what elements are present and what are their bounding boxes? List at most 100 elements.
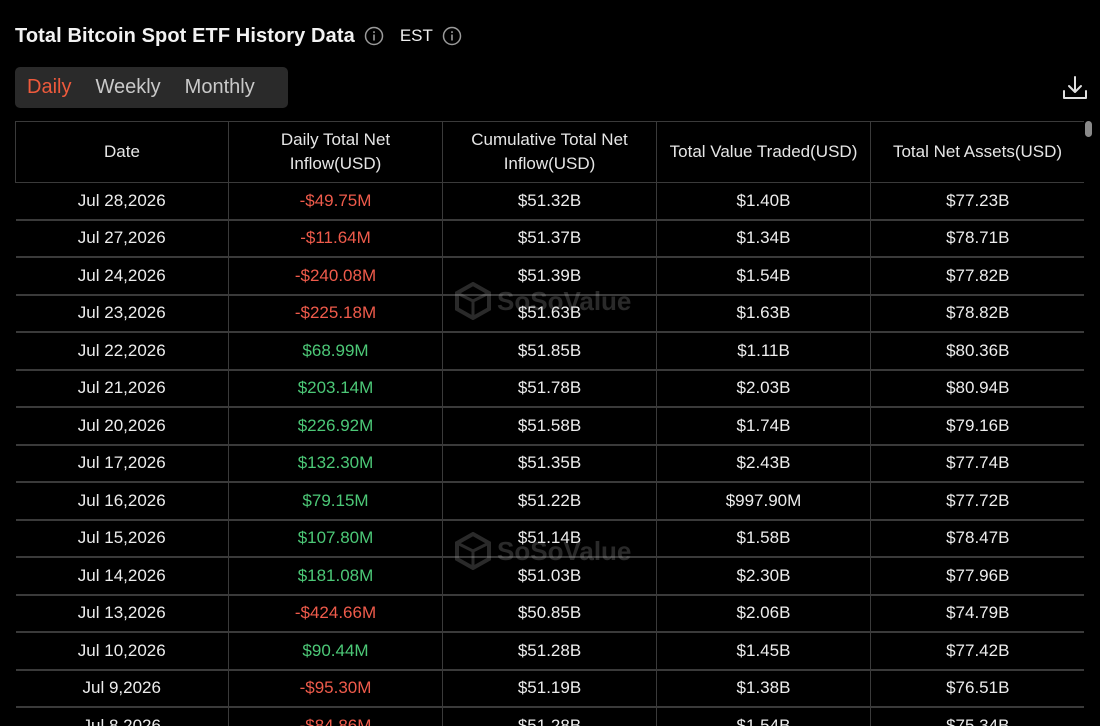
cell-net-assets: $78.82B: [870, 294, 1084, 333]
table-row[interactable]: Jul 24,2026 -$240.08M $51.39B $1.54B $77.82B: [15, 257, 1084, 296]
cell-daily-net-inflow: $79.15M: [228, 482, 443, 521]
cell-cumulative-net-inflow: $51.03B: [442, 557, 657, 596]
table-row[interactable]: Jul 21,2026 $203.14M $51.78B $2.03B $80.94B: [15, 369, 1084, 408]
cell-date: Jul 23,2026: [15, 294, 229, 333]
cell-net-assets: $74.79B: [870, 594, 1084, 633]
table-row[interactable]: Jul 28,2026 -$49.75M $51.32B $1.40B $77.23B: [15, 182, 1084, 221]
table-row[interactable]: Jul 8,2026 -$84.86M $51.28B $1.54B $75.34B: [15, 707, 1084, 726]
cell-daily-net-inflow: -$240.08M: [228, 257, 443, 296]
cell-date: Jul 28,2026: [15, 182, 229, 221]
cell-daily-net-inflow: -$49.75M: [228, 182, 443, 221]
table-row[interactable]: Jul 16,2026 $79.15M $51.22B $997.90M $77.72B: [15, 482, 1084, 521]
cell-net-assets: $76.51B: [870, 669, 1084, 708]
cell-daily-net-inflow: -$84.86M: [228, 707, 443, 726]
cell-cumulative-net-inflow: $51.78B: [442, 369, 657, 408]
period-tabs: Daily Weekly Monthly: [15, 67, 288, 108]
cell-date: Jul 14,2026: [15, 557, 229, 596]
cell-net-assets: $80.94B: [870, 369, 1084, 408]
table-row[interactable]: Jul 20,2026 $226.92M $51.58B $1.74B $79.16B: [15, 407, 1084, 446]
table-row[interactable]: Jul 9,2026 -$95.30M $51.19B $1.38B $76.51B: [15, 669, 1084, 708]
column-header-daily-net-inflow[interactable]: Daily Total Net Inflow(USD): [228, 121, 443, 183]
table-row[interactable]: Jul 13,2026 -$424.66M $50.85B $2.06B $74.79B: [15, 594, 1084, 633]
cell-value-traded: $1.58B: [656, 519, 871, 558]
table-body: Jul 28,2026 -$49.75M $51.32B $1.40B $77.23B J…: [15, 182, 1084, 726]
cell-net-assets: $75.34B: [870, 707, 1084, 726]
cell-net-assets: $78.47B: [870, 519, 1084, 558]
cell-value-traded: $1.11B: [656, 332, 871, 371]
cell-value-traded: $1.45B: [656, 632, 871, 671]
cell-value-traded: $2.06B: [656, 594, 871, 633]
cell-value-traded: $997.90M: [656, 482, 871, 521]
cell-value-traded: $2.30B: [656, 557, 871, 596]
column-header-value-traded[interactable]: Total Value Traded(USD): [656, 121, 871, 183]
cell-daily-net-inflow: -$11.64M: [228, 219, 443, 258]
column-header-date[interactable]: Date: [15, 121, 229, 183]
page-title: Total Bitcoin Spot ETF History Data: [15, 24, 355, 47]
cell-net-assets: $77.74B: [870, 444, 1084, 483]
cell-cumulative-net-inflow: $51.28B: [442, 707, 657, 726]
cell-value-traded: $1.38B: [656, 669, 871, 708]
column-header-net-assets[interactable]: Total Net Assets(USD): [870, 121, 1084, 183]
tab-monthly[interactable]: Monthly: [173, 76, 267, 99]
table-scrollbar[interactable]: [1085, 121, 1093, 726]
cell-value-traded: $1.63B: [656, 294, 871, 333]
cell-daily-net-inflow: $90.44M: [228, 632, 443, 671]
cell-date: Jul 24,2026: [15, 257, 229, 296]
cell-date: Jul 22,2026: [15, 332, 229, 371]
cell-cumulative-net-inflow: $51.63B: [442, 294, 657, 333]
cell-value-traded: $1.54B: [656, 257, 871, 296]
cell-cumulative-net-inflow: $51.22B: [442, 482, 657, 521]
cell-date: Jul 8,2026: [15, 707, 229, 726]
page-header: Total Bitcoin Spot ETF History Data EST: [15, 22, 462, 50]
cell-net-assets: $77.82B: [870, 257, 1084, 296]
cell-cumulative-net-inflow: $51.32B: [442, 182, 657, 221]
cell-cumulative-net-inflow: $51.85B: [442, 332, 657, 371]
cell-daily-net-inflow: -$424.66M: [228, 594, 443, 633]
cell-value-traded: $1.54B: [656, 707, 871, 726]
table-row[interactable]: Jul 23,2026 -$225.18M $51.63B $1.63B $78.82B: [15, 294, 1084, 333]
cell-date: Jul 10,2026: [15, 632, 229, 671]
cell-date: Jul 21,2026: [15, 369, 229, 408]
cell-daily-net-inflow: -$225.18M: [228, 294, 443, 333]
cell-net-assets: $77.96B: [870, 557, 1084, 596]
timezone-label: EST: [399, 26, 433, 45]
table-row[interactable]: Jul 27,2026 -$11.64M $51.37B $1.34B $78.71B: [15, 219, 1084, 258]
scroll-thumb[interactable]: [1085, 121, 1092, 137]
table-row[interactable]: Jul 17,2026 $132.30M $51.35B $2.43B $77.74B: [15, 444, 1084, 483]
cell-value-traded: $2.03B: [656, 369, 871, 408]
cell-net-assets: $77.42B: [870, 632, 1084, 671]
cell-daily-net-inflow: $107.80M: [228, 519, 443, 558]
cell-value-traded: $1.74B: [656, 407, 871, 446]
cell-cumulative-net-inflow: $51.37B: [442, 219, 657, 258]
cell-date: Jul 27,2026: [15, 219, 229, 258]
cell-net-assets: $77.23B: [870, 182, 1084, 221]
cell-daily-net-inflow: -$95.30M: [228, 669, 443, 708]
table-header-row: Date Daily Total Net Inflow(USD) Cumulat…: [15, 121, 1084, 183]
tab-daily[interactable]: Daily: [15, 76, 83, 99]
timezone-info-icon[interactable]: [442, 26, 462, 46]
info-icon[interactable]: [364, 26, 384, 46]
cell-date: Jul 20,2026: [15, 407, 229, 446]
cell-value-traded: $1.34B: [656, 219, 871, 258]
cell-net-assets: $80.36B: [870, 332, 1084, 371]
cell-date: Jul 16,2026: [15, 482, 229, 521]
table-row[interactable]: Jul 22,2026 $68.99M $51.85B $1.11B $80.36B: [15, 332, 1084, 371]
cell-daily-net-inflow: $203.14M: [228, 369, 443, 408]
download-icon[interactable]: [1061, 74, 1089, 102]
table-row[interactable]: Jul 15,2026 $107.80M $51.14B $1.58B $78.47B: [15, 519, 1084, 558]
cell-date: Jul 15,2026: [15, 519, 229, 558]
table-row[interactable]: Jul 14,2026 $181.08M $51.03B $2.30B $77.96B: [15, 557, 1084, 596]
cell-net-assets: $77.72B: [870, 482, 1084, 521]
cell-cumulative-net-inflow: $51.19B: [442, 669, 657, 708]
tab-weekly[interactable]: Weekly: [83, 76, 172, 99]
cell-cumulative-net-inflow: $51.28B: [442, 632, 657, 671]
cell-daily-net-inflow: $181.08M: [228, 557, 443, 596]
cell-daily-net-inflow: $226.92M: [228, 407, 443, 446]
column-header-cumulative-net-inflow[interactable]: Cumulative Total Net Inflow(USD): [442, 121, 657, 183]
cell-cumulative-net-inflow: $50.85B: [442, 594, 657, 633]
cell-daily-net-inflow: $132.30M: [228, 444, 443, 483]
cell-date: Jul 9,2026: [15, 669, 229, 708]
cell-cumulative-net-inflow: $51.58B: [442, 407, 657, 446]
table-row[interactable]: Jul 10,2026 $90.44M $51.28B $1.45B $77.42B: [15, 632, 1084, 671]
cell-cumulative-net-inflow: $51.35B: [442, 444, 657, 483]
